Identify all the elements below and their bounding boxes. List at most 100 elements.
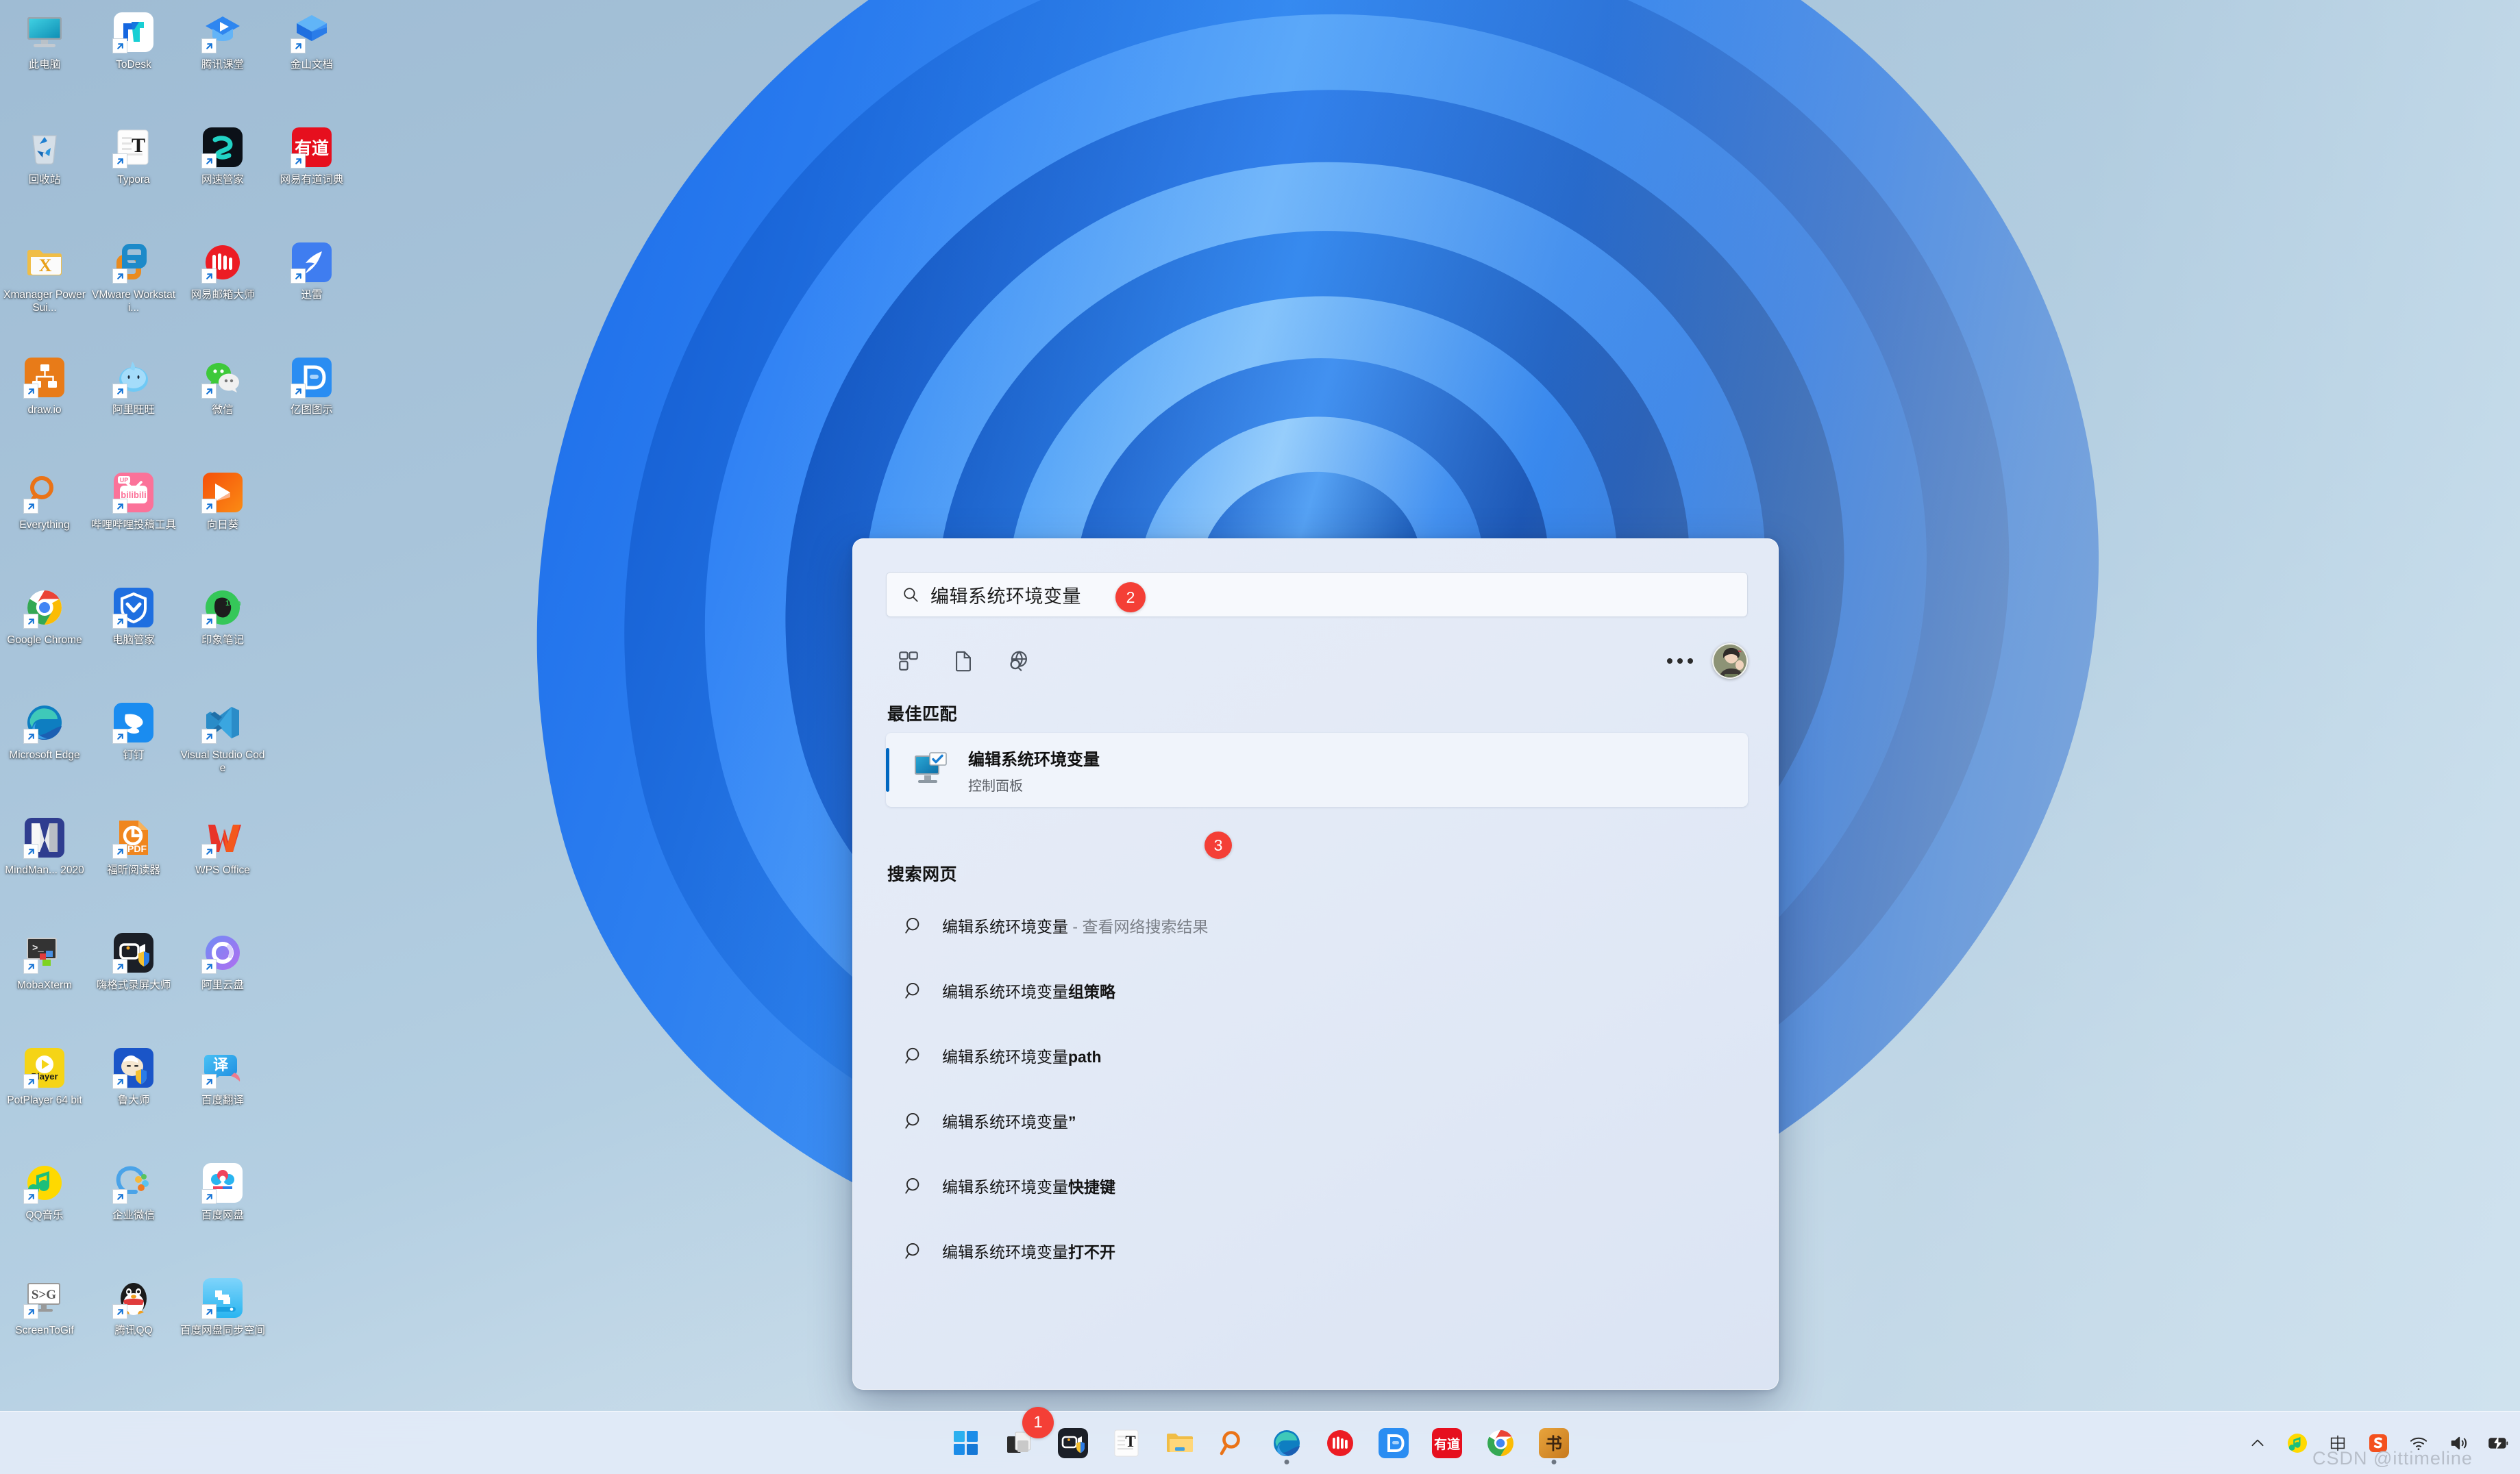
desktop-icon[interactable]: 阿里旺旺 bbox=[89, 351, 178, 466]
web-search-result-text: 编辑系统环境变量 - 查看网络搜索结果 bbox=[942, 917, 1209, 936]
taskbar-item[interactable] bbox=[1320, 1423, 1360, 1463]
more-options-button[interactable] bbox=[1660, 643, 1700, 679]
desktop-icon[interactable]: 嗨格式录屏大师 bbox=[89, 926, 178, 1041]
web-search-result[interactable]: 编辑系统环境变量打不开 bbox=[886, 1218, 1748, 1283]
desktop-icon[interactable]: MindMan... 2020 bbox=[0, 811, 89, 926]
desktop-icon-label: 福昕阅读器 bbox=[107, 864, 160, 876]
desktop-icon[interactable]: bilibili UP 哔哩哔哩投稿工具 bbox=[89, 466, 178, 581]
desktop-icon[interactable]: ToDesk bbox=[89, 5, 178, 121]
watermark: CSDN @ittimeline bbox=[2312, 1448, 2473, 1469]
desktop-icon-grid[interactable]: 此电脑 ToDesk 腾讯课堂 金山文档回收站 T Typora 网速管家 有道 网易有道词典 X… bbox=[0, 5, 356, 1386]
calligraphy-icon: 书 bbox=[1539, 1427, 1569, 1458]
desktop-icon[interactable]: 鲁大师 bbox=[89, 1041, 178, 1156]
taskbar-item[interactable] bbox=[1160, 1423, 1200, 1463]
desktop-icon[interactable]: VMware Workstati... bbox=[89, 236, 178, 351]
taskbar-item[interactable] bbox=[1267, 1423, 1307, 1464]
desktop-icon[interactable]: Google Chrome bbox=[0, 581, 89, 696]
web-search-result[interactable]: 编辑系统环境变量path bbox=[886, 1023, 1748, 1088]
taskbar-item[interactable] bbox=[1374, 1423, 1413, 1463]
desktop-icon[interactable]: 企业微信 bbox=[89, 1156, 178, 1271]
desktop-icon[interactable]: S>G ScreenToGif bbox=[0, 1271, 89, 1386]
filter-documents-button[interactable] bbox=[941, 640, 986, 682]
shortcut-arrow-icon bbox=[23, 614, 38, 629]
filter-web-button[interactable] bbox=[996, 640, 1041, 682]
web-search-result[interactable]: 编辑系统环境变量 - 查看网络搜索结果 bbox=[886, 892, 1748, 958]
desktop-icon[interactable]: QQ音乐 bbox=[0, 1156, 89, 1271]
desktop[interactable]: 此电脑 ToDesk 腾讯课堂 金山文档回收站 T Typora 网速管家 有道 网易有道词典 X… bbox=[0, 0, 2520, 1474]
desktop-icon[interactable]: 亿图图示 bbox=[267, 351, 356, 466]
desktop-icon-label: 钉钉 bbox=[123, 749, 145, 761]
desktop-icon[interactable]: 有道 网易有道词典 bbox=[267, 121, 356, 236]
svg-text:PDF: PDF bbox=[127, 843, 147, 854]
desktop-icon[interactable]: 百度网盘 bbox=[178, 1156, 267, 1271]
desktop-icon-label: 腾讯QQ bbox=[114, 1325, 153, 1336]
desktop-icon[interactable]: WPS Office bbox=[178, 811, 267, 926]
web-search-result[interactable]: 编辑系统环境变量” bbox=[886, 1088, 1748, 1153]
desktop-icon[interactable]: Everything bbox=[0, 466, 89, 581]
desktop-icon[interactable]: 回收站 bbox=[0, 121, 89, 236]
svg-text:T: T bbox=[132, 134, 145, 157]
taskbar-item[interactable]: T bbox=[1107, 1423, 1146, 1463]
desktop-icon[interactable]: 金山文档 bbox=[267, 5, 356, 121]
annotation-badge-3: 3 bbox=[1205, 832, 1232, 859]
desktop-icon[interactable]: 电脑管家 bbox=[89, 581, 178, 696]
taskbar-item[interactable] bbox=[1053, 1423, 1093, 1463]
desktop-icon[interactable]: 向日葵 bbox=[178, 466, 267, 581]
desktop-icon[interactable]: 网速管家 bbox=[178, 121, 267, 236]
desktop-icon[interactable]: T Typora bbox=[89, 121, 178, 236]
search-filter-toolbar[interactable] bbox=[886, 637, 1748, 685]
desktop-icon[interactable]: 腾讯课堂 bbox=[178, 5, 267, 121]
search-input[interactable]: 编辑系统环境变量 bbox=[886, 572, 1748, 617]
desktop-icon[interactable]: 10th 印象笔记 bbox=[178, 581, 267, 696]
web-search-result[interactable]: 编辑系统环境变量快捷键 bbox=[886, 1153, 1748, 1218]
search-icon bbox=[902, 586, 919, 603]
taskbar[interactable]: T 有道 书 bbox=[0, 1411, 2520, 1474]
taskbar-running-indicator bbox=[1551, 1459, 1557, 1464]
shortcut-arrow-icon bbox=[201, 268, 217, 284]
svg-text:T: T bbox=[1125, 1433, 1135, 1450]
desktop-icon[interactable]: >_ MobaXterm bbox=[0, 926, 89, 1041]
taskbar-item[interactable] bbox=[1213, 1423, 1253, 1463]
taskbar-item[interactable]: 书 bbox=[1534, 1423, 1574, 1464]
desktop-icon-label: MobaXterm bbox=[16, 979, 73, 991]
taskbar-item[interactable] bbox=[946, 1423, 986, 1463]
web-results-list[interactable]: 编辑系统环境变量 - 查看网络搜索结果编辑系统环境变量组策略 编辑系统环境变量pa… bbox=[886, 892, 1748, 1283]
chevron-up-icon[interactable] bbox=[2249, 1434, 2266, 1452]
desktop-icon[interactable]: Visual Studio Code bbox=[178, 696, 267, 811]
desktop-icon[interactable]: 腾讯QQ bbox=[89, 1271, 178, 1386]
desktop-icon-empty bbox=[267, 1271, 356, 1386]
search-icon bbox=[904, 1110, 924, 1131]
desktop-icon-empty bbox=[267, 1041, 356, 1156]
shortcut-arrow-icon bbox=[201, 1074, 217, 1089]
taskbar-item[interactable] bbox=[1481, 1423, 1520, 1463]
desktop-icon[interactable]: Player PotPlayer 64 bit bbox=[0, 1041, 89, 1156]
battery-charging-icon[interactable] bbox=[2488, 1436, 2509, 1451]
desktop-icon[interactable]: 百度网盘同步空间 bbox=[178, 1271, 267, 1386]
desktop-icon[interactable]: 钉钉 bbox=[89, 696, 178, 811]
svg-text:译: 译 bbox=[213, 1056, 229, 1073]
desktop-icon[interactable]: 网易邮箱大师 bbox=[178, 236, 267, 351]
desktop-icon[interactable]: draw.io bbox=[0, 351, 89, 466]
qq-music-icon[interactable] bbox=[2287, 1433, 2308, 1453]
search-icon bbox=[904, 1045, 924, 1066]
desktop-icon[interactable]: 此电脑 bbox=[0, 5, 89, 121]
shortcut-arrow-icon bbox=[112, 844, 127, 859]
desktop-icon[interactable]: 阿里云盘 bbox=[178, 926, 267, 1041]
best-match-subtitle: 控制面板 bbox=[968, 778, 1023, 794]
desktop-icon[interactable]: 译百度翻译 bbox=[178, 1041, 267, 1156]
desktop-icon-empty bbox=[267, 696, 356, 811]
shortcut-arrow-icon bbox=[201, 959, 217, 974]
start-search-panel[interactable]: 编辑系统环境变量 最佳匹配 编辑系统环境变量 控制面板 搜索网页 编辑系统环境变… bbox=[852, 538, 1779, 1390]
desktop-icon[interactable]: 微信 bbox=[178, 351, 267, 466]
taskbar-item[interactable]: 有道 bbox=[1427, 1423, 1467, 1463]
shortcut-arrow-icon bbox=[112, 499, 127, 514]
desktop-icon[interactable]: 迅雷 bbox=[267, 236, 356, 351]
avatar[interactable] bbox=[1712, 643, 1748, 679]
desktop-icon[interactable]: PDF 福昕阅读器 bbox=[89, 811, 178, 926]
filter-apps-button[interactable] bbox=[886, 640, 931, 682]
web-search-result[interactable]: 编辑系统环境变量组策略 bbox=[886, 958, 1748, 1023]
desktop-icon[interactable]: Microsoft Edge bbox=[0, 696, 89, 811]
desktop-icon-label: Typora bbox=[117, 174, 150, 186]
desktop-icon[interactable]: X Xmanager Power Sui... bbox=[0, 236, 89, 351]
best-match-result[interactable]: 编辑系统环境变量 控制面板 bbox=[886, 733, 1748, 807]
